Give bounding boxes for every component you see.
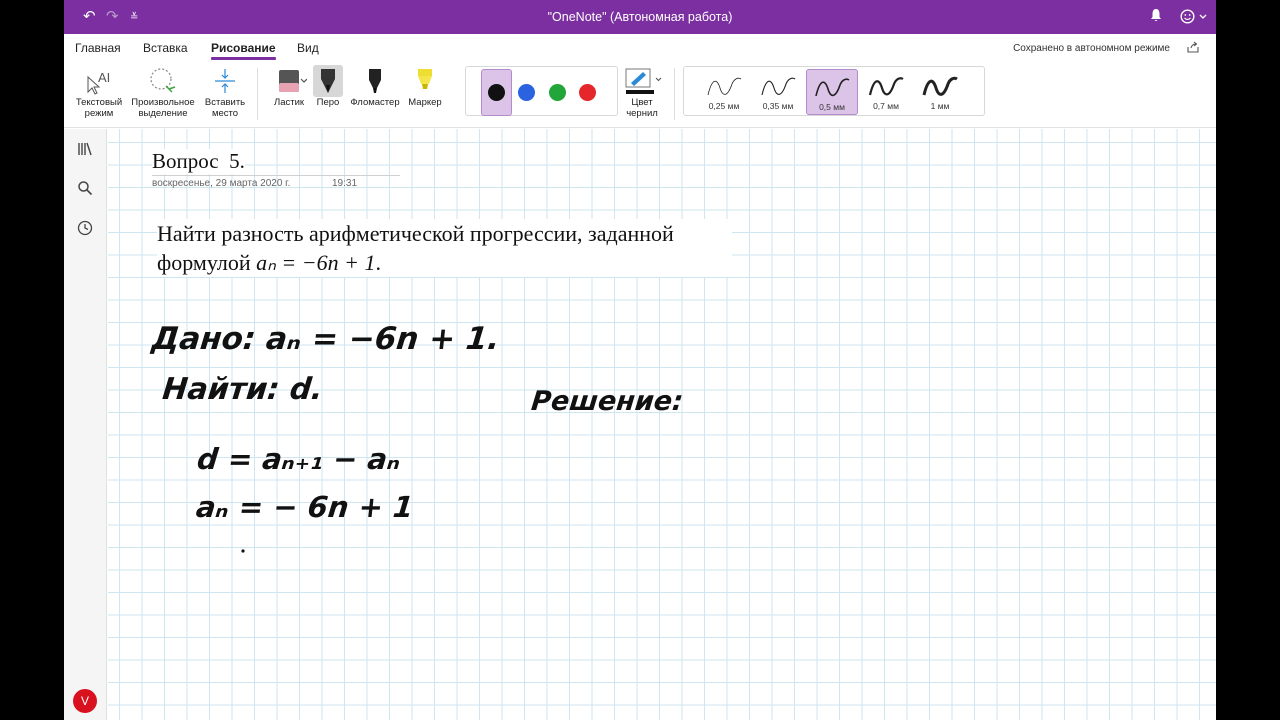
thickness-label: 0,5 мм [819,102,845,112]
pen-label: Перо [316,97,340,108]
tab-home[interactable]: Главная [75,41,121,55]
thickness-035[interactable]: 0,35 мм [752,69,804,115]
search-icon[interactable] [75,178,95,198]
thickness-selector: 0,25 мм 0,35 мм 0,5 мм 0,7 мм 1 мм [683,66,985,116]
handwritten-ink-layer[interactable]: Дано: aₙ = −6n + 1. Найти: d. Решение: d… [108,129,1216,720]
tab-draw[interactable]: Рисование [211,41,276,60]
insert-space-icon [215,69,235,93]
thickness-label: 0,7 мм [873,101,899,111]
thickness-07[interactable]: 0,7 мм [860,69,912,115]
stroke-sample-icon [707,77,742,96]
ink-color-label: Цвет чернил [626,97,658,119]
felt-tip-icon [369,69,381,93]
ink-color-palette [465,66,618,116]
thickness-05[interactable]: 0,5 мм [806,69,858,115]
lasso-select-label: Произвольное выделение [131,97,195,119]
smiley-feedback-icon[interactable] [1180,9,1208,29]
highlighter-label: Маркер [408,97,442,108]
insert-space-button[interactable]: Вставить место [198,65,252,119]
highlighter-button[interactable]: Маркер [404,65,446,108]
text-mode-label: Текстовый режим [75,97,123,119]
ink-step-2[interactable]: aₙ = − 6n + 1 [194,490,415,524]
svg-text:AI: AI [98,70,110,85]
saved-status: Сохранено в автономном режиме [1013,43,1170,54]
ink-step-1[interactable]: d = aₙ₊₁ − aₙ [196,442,403,476]
stroke-sample-icon [815,78,850,97]
text-mode-button[interactable]: AI Текстовый режим [70,65,128,119]
left-navigation: V [64,129,107,720]
thickness-label: 0,25 мм [708,101,740,111]
eraser-icon [279,70,307,92]
ink-given[interactable]: Дано: aₙ = −6n + 1. [149,321,501,357]
ribbon-tabs: Главная Вставка Рисование Вид Сохранено … [64,34,1216,62]
pen-icon [321,69,335,93]
toolbar-separator [257,68,258,120]
notebooks-icon[interactable] [75,139,95,159]
lasso-select-button[interactable]: Произвольное выделение [128,65,198,119]
thickness-label: 1 мм [930,101,950,111]
text-mode-icon: AI [87,70,110,95]
insert-space-label: Вставить место [204,97,246,119]
thickness-label: 0,35 мм [762,101,794,111]
color-swatch-blue[interactable] [518,84,535,101]
felt-tip-button[interactable]: Фломастер [347,65,403,108]
toolbar-separator [674,68,675,120]
felt-tip-label: Фломастер [350,97,400,108]
stroke-sample-icon [761,77,796,96]
ink-find[interactable]: Найти: d. [161,372,325,407]
title-bar: ↶ ↷ ≚ "OneNote" (Автономная работа) [64,0,1216,34]
share-icon[interactable] [1187,41,1199,56]
user-avatar[interactable]: V [73,689,97,713]
color-swatch-black[interactable] [488,84,505,101]
highlighter-icon [418,69,432,89]
color-swatch-green[interactable] [549,84,566,101]
recent-clock-icon[interactable] [75,218,95,238]
ink-color-button[interactable]: Цвет чернил [619,65,665,119]
color-swatch-red[interactable] [579,84,596,101]
stroke-sample-icon [868,77,904,96]
eraser-button[interactable]: Ластик [266,65,312,108]
stroke-sample-icon [922,76,958,96]
ink-color-icon [625,68,662,94]
eraser-label: Ластик [273,97,305,108]
thickness-025[interactable]: 0,25 мм [698,69,750,115]
window-title: "OneNote" (Автономная работа) [547,10,733,24]
page-canvas[interactable]: Вопрос 5. воскресенье, 29 марта 2020 г. … [108,129,1216,720]
tab-view[interactable]: Вид [297,41,319,55]
tab-insert[interactable]: Вставка [143,41,188,55]
lasso-select-icon [150,68,176,93]
bell-icon[interactable] [1150,8,1162,27]
ink-dot[interactable] [241,549,245,553]
pen-button[interactable]: Перо [311,65,345,108]
ink-solution[interactable]: Решение: [530,386,685,417]
thickness-1[interactable]: 1 мм [914,69,966,115]
draw-toolbar: AI Текстовый режим Произвольное выделени… [64,62,1216,128]
onenote-window: ↶ ↷ ≚ "OneNote" (Автономная работа) Глав… [64,0,1216,720]
